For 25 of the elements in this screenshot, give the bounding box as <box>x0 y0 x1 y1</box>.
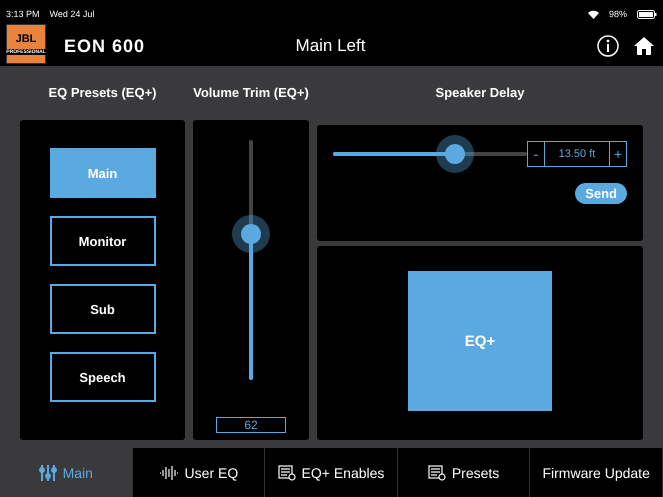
preset-button[interactable]: Speech <box>50 352 156 402</box>
sliders-icon <box>38 464 57 482</box>
status-time: 3:13 PM <box>6 9 40 19</box>
list-icon <box>278 464 296 480</box>
battery-icon <box>637 10 657 18</box>
battery-percent: 98% <box>608 9 627 19</box>
section-heading: EQ Presets (EQ+) <box>47 84 158 102</box>
volume-value: 62 <box>216 417 286 433</box>
delay-slider[interactable] <box>333 135 527 173</box>
section-heading: Volume Trim (EQ+) <box>193 84 309 102</box>
wifi-icon <box>588 10 599 18</box>
product-name: EON 600 <box>64 36 146 56</box>
slider-thumb[interactable] <box>436 135 474 173</box>
list-icon <box>428 464 446 480</box>
tab[interactable]: Main <box>0 448 133 497</box>
home-icon[interactable] <box>633 36 655 56</box>
logo-text: JBL <box>16 33 36 45</box>
waveform-icon <box>158 464 179 480</box>
slider-thumb[interactable] <box>232 214 270 253</box>
status-date: Wed 24 Jul <box>50 9 94 19</box>
page-title: Main Left <box>296 36 366 56</box>
preset-button[interactable]: Monitor <box>50 216 156 266</box>
section-heading: Speaker Delay <box>434 84 526 102</box>
preset-button[interactable]: Sub <box>50 284 156 334</box>
info-icon[interactable] <box>597 35 619 57</box>
